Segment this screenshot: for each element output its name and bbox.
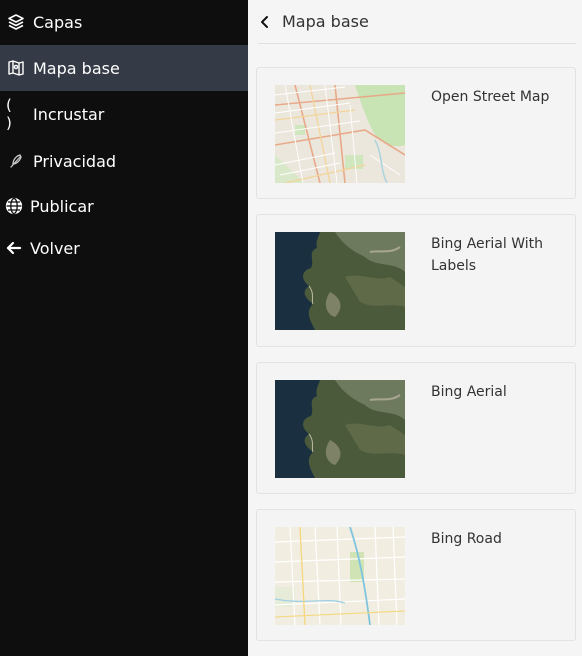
sidebar-item-incrustar[interactable]: ( ) Incrustar xyxy=(0,92,248,136)
sidebar-item-publicar[interactable]: Publicar xyxy=(0,184,248,228)
parentheses-icon: ( ) xyxy=(6,96,14,132)
basemap-option-osm[interactable]: Open Street Map xyxy=(256,67,576,199)
sidebar-item-label: Publicar xyxy=(30,196,94,216)
sidebar-item-label: Capas xyxy=(33,12,83,32)
street-map-thumbnail xyxy=(275,85,405,183)
sidebar-item-mapa-base[interactable]: Mapa base xyxy=(0,45,248,91)
page-title: Mapa base xyxy=(282,12,369,31)
layers-icon xyxy=(6,12,26,32)
basemap-option-bing-aerial-labels[interactable]: Bing Aerial With Labels xyxy=(256,214,576,347)
sidebar-item-label: Volver xyxy=(30,238,80,258)
sidebar-item-privacidad[interactable]: Privacidad xyxy=(0,139,248,183)
chevron-left-icon[interactable] xyxy=(258,15,272,29)
sidebar-item-capas[interactable]: Capas xyxy=(0,0,248,44)
basemap-option-bing-aerial[interactable]: Bing Aerial xyxy=(256,362,576,494)
road-map-thumbnail xyxy=(275,527,405,625)
aerial-thumbnail xyxy=(275,380,405,478)
panel-header: Mapa base xyxy=(258,0,576,44)
globe-icon xyxy=(4,196,24,216)
basemap-label: Bing Road xyxy=(431,531,502,547)
sidebar: Capas Mapa base ( ) Incrustar Privacidad… xyxy=(0,0,248,656)
sidebar-item-volver[interactable]: Volver xyxy=(0,226,248,270)
basemap-label: Bing Aerial xyxy=(431,384,507,400)
map-icon xyxy=(6,58,26,78)
sidebar-item-label: Privacidad xyxy=(33,151,117,171)
sidebar-item-label: Incrustar xyxy=(33,104,105,124)
basemap-option-bing-road[interactable]: Bing Road xyxy=(256,509,576,641)
aerial-thumbnail xyxy=(275,232,405,330)
feather-icon xyxy=(6,151,26,171)
basemap-panel: Mapa base Open Street Map Bing Aerial Wi… xyxy=(248,0,582,656)
basemap-label: Open Street Map xyxy=(431,89,550,105)
arrow-left-icon xyxy=(4,238,24,258)
basemap-label: Bing Aerial With Labels xyxy=(431,236,543,274)
sidebar-item-label: Mapa base xyxy=(33,58,120,78)
